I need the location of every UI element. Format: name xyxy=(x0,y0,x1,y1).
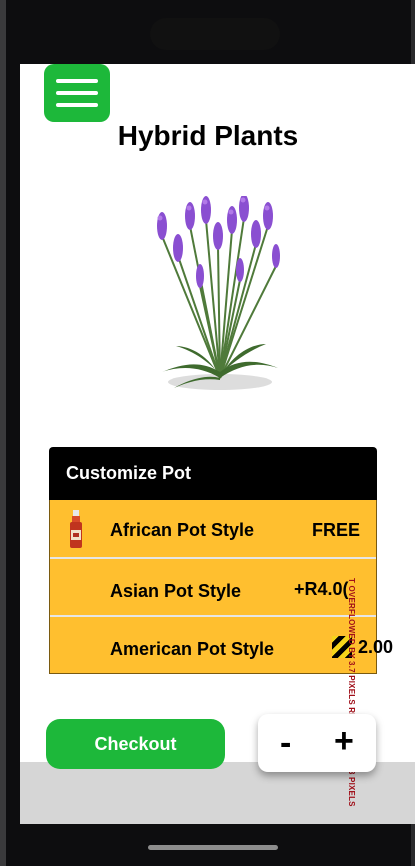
quantity-stepper: - + xyxy=(258,714,376,772)
lavender-plant-image xyxy=(157,196,280,390)
home-indicator[interactable] xyxy=(148,845,278,850)
pot-style-list: African Pot Style FREE Asian Pot Style +… xyxy=(49,500,377,674)
pot-option-label: American Pot Style xyxy=(110,639,275,659)
pot-option-label: Asian Pot Style xyxy=(110,581,242,601)
page-title: Hybrid Plants xyxy=(117,120,299,151)
camera-notch xyxy=(150,18,280,50)
customize-pot-header: Customize Pot xyxy=(49,447,377,500)
sauce-bottle-icon xyxy=(70,510,82,548)
menu-button[interactable] xyxy=(44,64,110,122)
increment-button[interactable]: + xyxy=(334,722,354,761)
hamburger-icon-bar xyxy=(56,103,98,107)
decrement-button[interactable]: - xyxy=(280,724,291,763)
customize-pot-heading: Customize Pot xyxy=(66,463,192,483)
checkout-button[interactable]: Checkout xyxy=(46,719,225,769)
hamburger-icon-bar xyxy=(56,91,98,95)
pot-option-asian[interactable]: Asian Pot Style +R4.0( xyxy=(50,559,376,616)
pot-option-american[interactable]: American Pot Style xyxy=(50,617,376,674)
pot-option-label: African Pot Style xyxy=(110,520,255,540)
pot-option-african[interactable]: African Pot Style FREE xyxy=(50,500,376,558)
hamburger-icon xyxy=(56,79,98,83)
pot-option-price: +R4.0( xyxy=(294,579,349,599)
phone-frame-left xyxy=(0,0,6,866)
pot-option-price: FREE xyxy=(312,520,361,540)
pot-option-price-overflowed: 2.00 xyxy=(358,637,394,657)
